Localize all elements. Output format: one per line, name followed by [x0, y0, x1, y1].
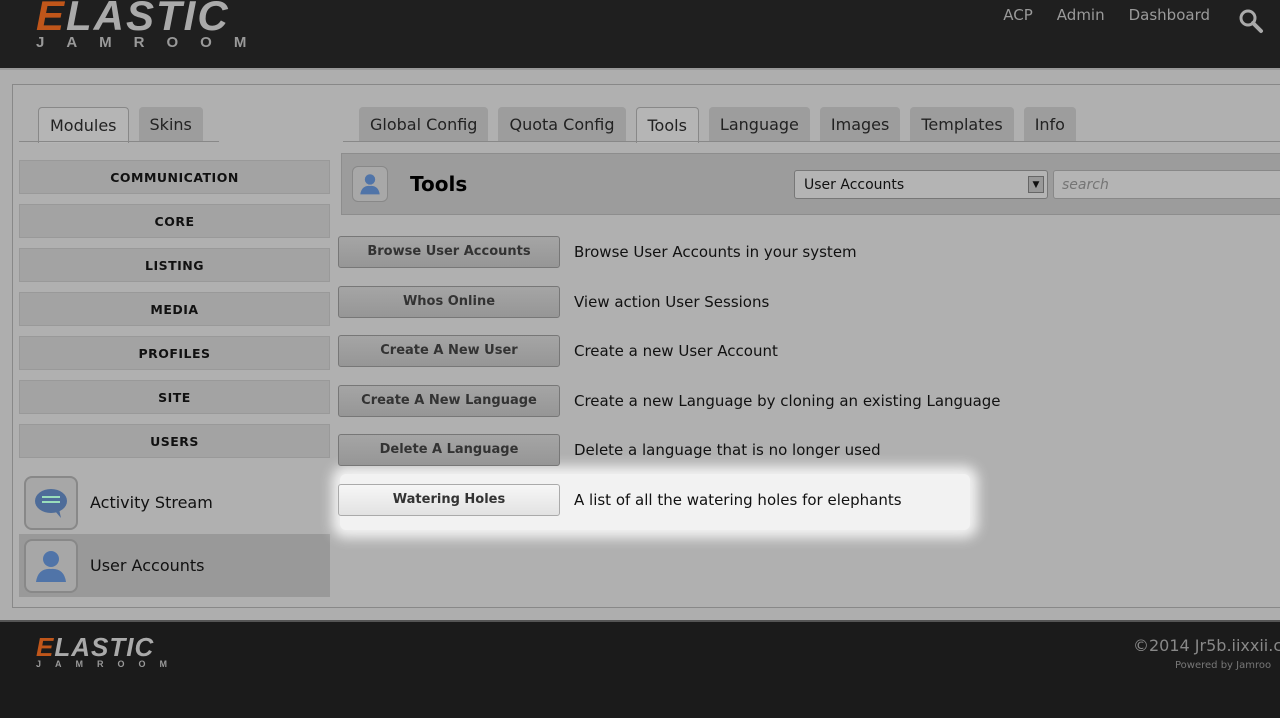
tool-description: Create a new Language by cloning an exis…: [574, 392, 1001, 410]
select-value: User Accounts: [804, 177, 905, 193]
header: ELASTIC JAMROOM ACP Admin Dashboard: [0, 0, 1280, 70]
tool-description: Delete a language that is no longer used: [574, 441, 881, 459]
tool-row: Create A New Language Create a new Langua…: [338, 385, 1001, 417]
category-users[interactable]: USERS: [19, 424, 330, 458]
tab-quota-config[interactable]: Quota Config: [498, 107, 626, 141]
right-tabs: Global Config Quota Config Tools Languag…: [359, 107, 1076, 143]
logo[interactable]: ELASTIC JAMROOM: [36, 0, 268, 51]
powered-by[interactable]: Powered by Jamroo: [1175, 660, 1271, 671]
create-new-user-button[interactable]: Create A New User: [338, 335, 560, 367]
module-label: User Accounts: [90, 556, 205, 575]
module-label: Activity Stream: [90, 493, 213, 512]
category-communication[interactable]: COMMUNICATION: [19, 160, 330, 194]
create-new-language-button[interactable]: Create A New Language: [338, 385, 560, 417]
user-icon: [352, 166, 388, 202]
tool-row: Watering Holes A list of all the watering…: [338, 484, 902, 516]
tool-row: Create A New User Create a new User Accou…: [338, 335, 778, 367]
footer: ELASTIC JAMROOM ©2014 Jr5b.iixxii.c Powe…: [0, 620, 1280, 718]
chat-bubble-icon: [24, 475, 78, 530]
tab-templates[interactable]: Templates: [910, 107, 1014, 141]
nav-dashboard[interactable]: Dashboard: [1129, 6, 1210, 24]
page-title: Tools: [410, 172, 468, 196]
whos-online-button[interactable]: Whos Online: [338, 286, 560, 318]
tool-description: Create a new User Account: [574, 342, 778, 360]
tool-description: Browse User Accounts in your system: [574, 243, 857, 261]
tool-row: Whos Online View action User Sessions: [338, 286, 769, 318]
browse-user-accounts-button[interactable]: Browse User Accounts: [338, 236, 560, 268]
user-icon: [24, 538, 78, 593]
module-user-accounts[interactable]: User Accounts: [19, 534, 330, 597]
category-media[interactable]: MEDIA: [19, 292, 330, 326]
module-activity-stream[interactable]: Activity Stream: [19, 471, 330, 534]
search-input[interactable]: [1053, 170, 1280, 199]
tab-images[interactable]: Images: [819, 107, 901, 141]
nav-admin[interactable]: Admin: [1057, 6, 1105, 24]
footer-logo[interactable]: ELASTIC JAMROOM: [36, 632, 181, 669]
tab-global-config[interactable]: Global Config: [359, 107, 489, 141]
delete-language-button[interactable]: Delete A Language: [338, 434, 560, 466]
module-select[interactable]: User Accounts ▼: [794, 170, 1048, 199]
copyright: ©2014 Jr5b.iixxii.c: [1133, 636, 1280, 655]
category-core[interactable]: CORE: [19, 204, 330, 238]
tool-row: Browse User Accounts Browse User Accounts…: [338, 236, 857, 268]
category-site[interactable]: SITE: [19, 380, 330, 414]
tab-tools[interactable]: Tools: [635, 107, 699, 143]
watering-holes-button[interactable]: Watering Holes: [338, 484, 560, 516]
left-tabs: Modules Skins: [38, 107, 203, 143]
nav-acp[interactable]: ACP: [1003, 6, 1033, 24]
tool-description: View action User Sessions: [574, 293, 770, 311]
top-nav: ACP Admin Dashboard: [1003, 6, 1210, 24]
tools-header: Tools User Accounts ▼: [341, 153, 1280, 215]
tab-modules[interactable]: Modules: [38, 107, 129, 143]
tab-info[interactable]: Info: [1023, 107, 1076, 141]
tool-row: Delete A Language Delete a language that …: [338, 434, 881, 466]
tool-description: A list of all the watering holes for ele…: [574, 491, 902, 509]
search-icon[interactable]: [1238, 8, 1264, 34]
tab-language[interactable]: Language: [708, 107, 810, 141]
category-listing[interactable]: LISTING: [19, 248, 330, 282]
category-profiles[interactable]: PROFILES: [19, 336, 330, 370]
tab-skins[interactable]: Skins: [138, 107, 203, 141]
chevron-down-icon: ▼: [1028, 176, 1044, 193]
